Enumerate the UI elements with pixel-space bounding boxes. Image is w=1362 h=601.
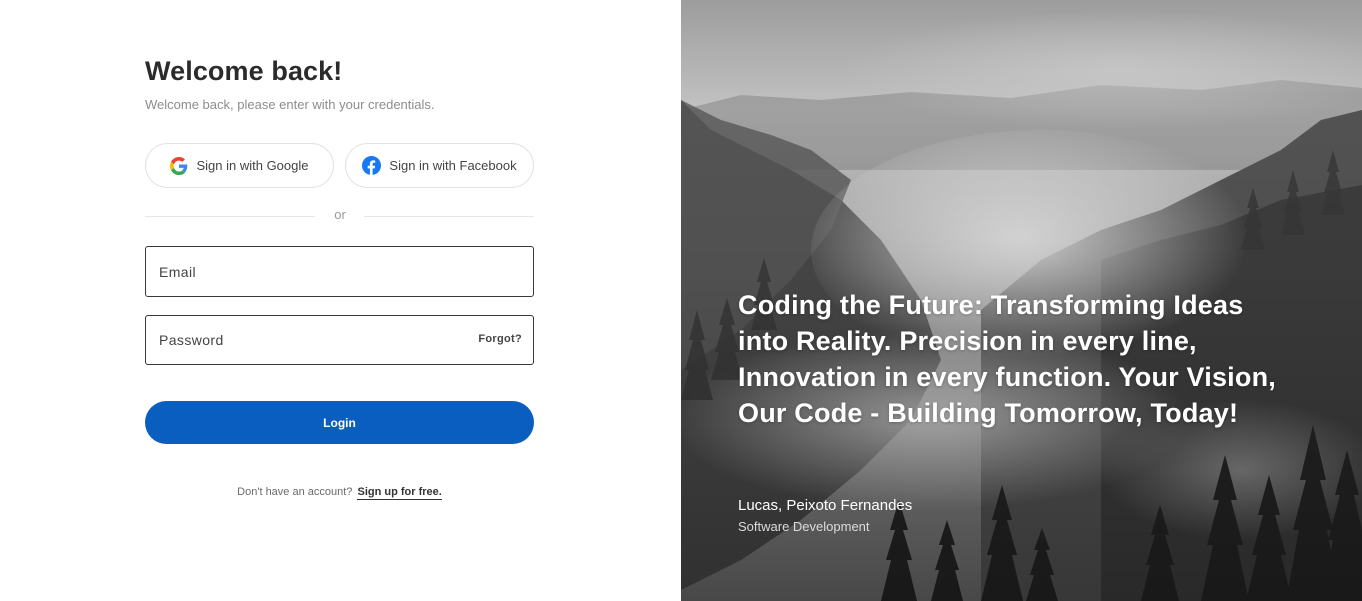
page-title: Welcome back! xyxy=(145,56,343,86)
email-input[interactable] xyxy=(159,247,479,296)
facebook-signin-label: Sign in with Facebook xyxy=(389,158,517,173)
email-field[interactable] xyxy=(145,246,534,297)
facebook-signin-button[interactable]: Sign in with Facebook xyxy=(345,143,534,188)
password-field[interactable]: Forgot? xyxy=(145,315,534,365)
author-name: Lucas, Peixoto Fernandes xyxy=(738,497,913,514)
author-role: Software Development xyxy=(738,519,870,534)
google-signin-label: Sign in with Google xyxy=(196,158,309,173)
password-input[interactable] xyxy=(159,316,479,364)
signup-row: Don't have an account? Sign up for free. xyxy=(145,486,534,500)
login-button[interactable]: Login xyxy=(145,401,534,444)
divider-line xyxy=(145,216,315,217)
forgot-password-link[interactable]: Forgot? xyxy=(478,333,522,345)
signup-link[interactable]: Sign up for free. xyxy=(357,486,442,500)
page-subtitle: Welcome back, please enter with your cre… xyxy=(145,97,435,112)
google-icon xyxy=(170,156,188,175)
google-signin-button[interactable]: Sign in with Google xyxy=(145,143,334,188)
hero-panel: Coding the Future: Transforming Ideas in… xyxy=(681,0,1362,601)
signup-prompt: Don't have an account? xyxy=(237,486,353,498)
hero-quote: Coding the Future: Transforming Ideas in… xyxy=(738,290,1276,428)
divider-line xyxy=(364,216,534,217)
login-panel: Welcome back! Welcome back, please enter… xyxy=(0,0,681,601)
facebook-icon xyxy=(362,156,382,175)
divider-text: or xyxy=(334,207,346,222)
